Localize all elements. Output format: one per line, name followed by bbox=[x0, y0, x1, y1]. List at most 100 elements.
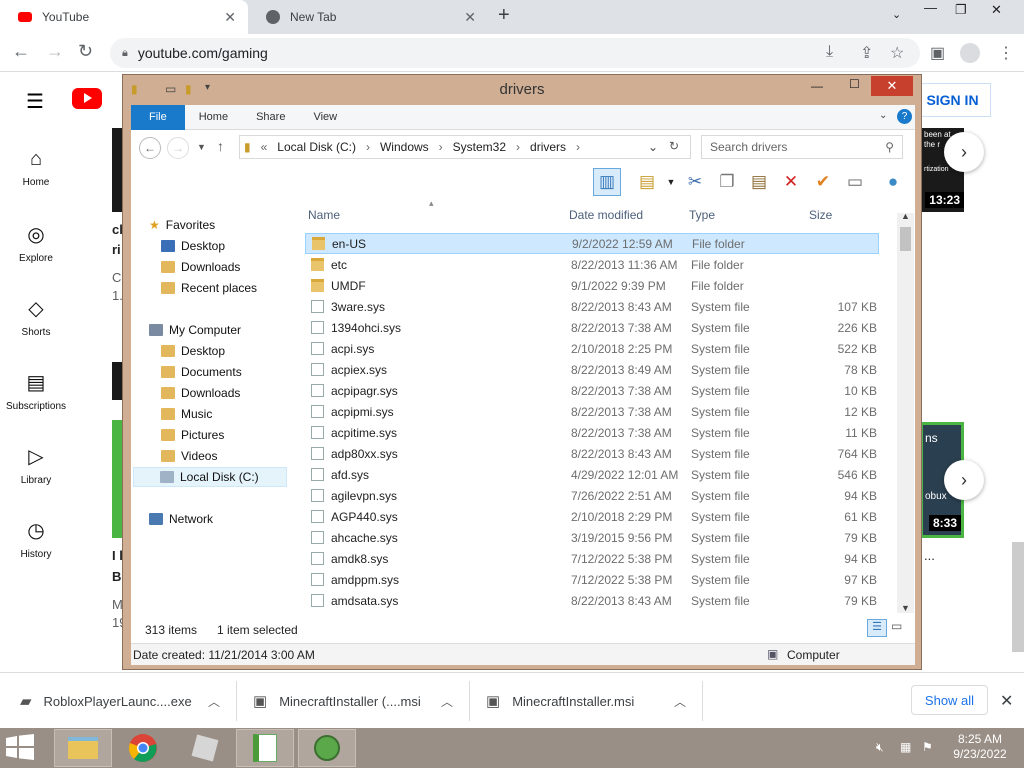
file-row[interactable]: UMDF 9/1/2022 9:39 PM File folder bbox=[305, 275, 879, 296]
installer-taskbar-icon[interactable] bbox=[236, 729, 294, 767]
cut-icon[interactable]: ✂ bbox=[681, 168, 709, 196]
menu-kebab-icon[interactable]: ⋮ bbox=[998, 43, 1014, 63]
nav-history[interactable]: ◷ History bbox=[0, 518, 72, 560]
scroll-down-icon[interactable]: ▼ bbox=[901, 603, 910, 613]
notification-flag-icon[interactable]: ⚑ bbox=[922, 740, 933, 754]
rename-icon[interactable]: ▭ bbox=[841, 168, 869, 196]
share-icon[interactable]: ⇪ bbox=[860, 43, 873, 63]
column-size[interactable]: Size bbox=[809, 208, 832, 222]
forward-arrow-icon[interactable]: → bbox=[167, 137, 189, 159]
download-item[interactable]: ▣ MinecraftInstaller (....msi ︿ bbox=[237, 673, 469, 729]
breadcrumb-item[interactable]: System32 bbox=[453, 140, 506, 154]
path-dropdown-icon[interactable]: ⌄ bbox=[648, 140, 658, 154]
file-row[interactable]: afd.sys 4/29/2022 12:01 AM System file 546 … bbox=[305, 464, 879, 485]
breadcrumb-separator-icon[interactable]: › bbox=[366, 140, 370, 154]
file-row[interactable]: etc 8/22/2013 11:36 AM File folder bbox=[305, 254, 879, 275]
scroll-up-icon[interactable]: ▲ bbox=[901, 211, 910, 221]
file-row[interactable]: 1394ohci.sys 8/22/2013 7:38 AM System file… bbox=[305, 317, 879, 338]
back-arrow-icon[interactable]: ← bbox=[12, 41, 30, 62]
show-all-button[interactable]: Show all bbox=[911, 685, 988, 715]
page-scrollbar[interactable] bbox=[1012, 542, 1024, 652]
file-row[interactable]: acpipagr.sys 8/22/2013 7:38 AM System file… bbox=[305, 380, 879, 401]
scroll-thumb[interactable] bbox=[900, 227, 911, 251]
volume-muted-icon[interactable]: 🔇︎ bbox=[876, 740, 884, 755]
tab-youtube[interactable]: YouTube ✕ bbox=[0, 0, 248, 34]
close-window-icon[interactable]: ✕ bbox=[991, 2, 1002, 18]
nav-explore[interactable]: ◎ Explore bbox=[0, 222, 72, 264]
breadcrumb-separator-icon[interactable]: › bbox=[439, 140, 443, 154]
large-icons-view-icon[interactable]: ▭ bbox=[891, 619, 902, 633]
breadcrumb-item[interactable]: Windows bbox=[380, 140, 429, 154]
nav-network[interactable]: Network bbox=[149, 509, 309, 529]
tab-search-chevron-icon[interactable]: ⌄ bbox=[892, 8, 901, 21]
close-tab-icon[interactable]: ✕ bbox=[224, 9, 236, 26]
file-row[interactable]: acpi.sys 2/10/2018 2:25 PM System file 522 … bbox=[305, 338, 879, 359]
help-icon[interactable]: ? bbox=[897, 109, 912, 124]
ribbon-tab-view[interactable]: View bbox=[299, 105, 351, 130]
maximize-icon[interactable]: ☐ bbox=[849, 77, 860, 91]
paste-icon[interactable]: ▤ bbox=[745, 168, 773, 196]
file-explorer-taskbar-icon[interactable] bbox=[54, 729, 112, 767]
breadcrumb-separator-icon[interactable]: › bbox=[576, 140, 580, 154]
file-list-scrollbar[interactable]: ▲ ▼ bbox=[897, 211, 914, 613]
preview-pane-icon[interactable]: ▥ bbox=[593, 168, 621, 196]
expand-ribbon-icon[interactable]: ⌄ bbox=[879, 110, 887, 121]
nav-subscriptions[interactable]: ▤ Subscriptions bbox=[0, 370, 72, 412]
install-icon[interactable]: ⤓ bbox=[826, 43, 833, 61]
copy-icon[interactable]: ❐ bbox=[713, 168, 741, 196]
carousel-next-icon[interactable]: › bbox=[944, 132, 984, 172]
more-actions-icon[interactable]: ... bbox=[924, 548, 935, 563]
forward-arrow-icon[interactable]: → bbox=[46, 41, 64, 62]
column-type[interactable]: Type bbox=[689, 208, 715, 222]
profile-avatar[interactable] bbox=[960, 43, 980, 63]
column-name[interactable]: Name bbox=[308, 208, 340, 222]
chrome-taskbar-icon[interactable] bbox=[114, 729, 172, 767]
nav-my-computer[interactable]: My Computer bbox=[149, 320, 309, 340]
file-row[interactable]: acpiex.sys 8/22/2013 8:49 AM System file 78… bbox=[305, 359, 879, 380]
file-row[interactable]: amdppm.sys 7/12/2022 5:38 PM System file 97… bbox=[305, 569, 879, 590]
ribbon-tab-home[interactable]: Home bbox=[185, 105, 242, 130]
minimize-icon[interactable]: — bbox=[811, 79, 823, 93]
chevron-up-icon[interactable]: ︿ bbox=[441, 693, 453, 710]
ribbon-tab-file[interactable]: File bbox=[131, 104, 185, 130]
download-item[interactable]: ▰ RobloxPlayerLaunc....exe ︿ bbox=[0, 673, 236, 729]
explorer-titlebar[interactable]: ▮ ▭ ▮ ▾ drivers — ☐ ✕ bbox=[123, 75, 921, 105]
breadcrumb-item[interactable]: drivers bbox=[530, 140, 566, 154]
ribbon-tab-share[interactable]: Share bbox=[242, 105, 299, 130]
file-row[interactable]: amdsata.sys 8/22/2013 8:43 AM System file 7… bbox=[305, 590, 879, 611]
bookmark-star-icon[interactable]: ☆ bbox=[890, 43, 904, 63]
file-row[interactable]: acpitime.sys 8/22/2013 7:38 AM System file… bbox=[305, 422, 879, 443]
up-arrow-icon[interactable]: ↑ bbox=[217, 138, 224, 154]
close-icon[interactable]: ✕ bbox=[871, 76, 913, 96]
address-path[interactable]: ▮ « Local Disk (C:) › Windows › System32 › … bbox=[239, 135, 691, 159]
carousel-next-icon[interactable]: › bbox=[944, 460, 984, 500]
breadcrumb-item[interactable]: Local Disk (C:) bbox=[277, 140, 356, 154]
globe-icon[interactable]: ● bbox=[879, 168, 907, 196]
omnibox[interactable]: 🔒︎ youtube.com/gaming bbox=[110, 38, 920, 68]
restore-icon[interactable]: ❐ bbox=[955, 2, 967, 18]
minimize-icon[interactable]: — bbox=[924, 0, 937, 15]
nav-home[interactable]: ⌂ Home bbox=[0, 148, 72, 188]
file-row[interactable]: 3ware.sys 8/22/2013 8:43 AM System file 107… bbox=[305, 296, 879, 317]
nav-favorites[interactable]: ★ Favorites bbox=[149, 215, 309, 235]
close-tab-icon[interactable]: ✕ bbox=[464, 9, 476, 26]
chevron-up-icon[interactable]: ︿ bbox=[208, 693, 220, 710]
file-row[interactable]: ahcache.sys 3/19/2015 9:56 PM System file 7… bbox=[305, 527, 879, 548]
chevron-up-icon[interactable]: ︿ bbox=[674, 693, 686, 710]
hamburger-menu-icon[interactable]: ☰ bbox=[26, 89, 44, 114]
search-input[interactable]: Search drivers ⚲ bbox=[701, 135, 903, 159]
recent-locations-icon[interactable]: ▼ bbox=[197, 142, 206, 152]
file-row[interactable]: AGP440.sys 2/10/2018 2:29 PM System file 61… bbox=[305, 506, 879, 527]
close-shelf-icon[interactable]: ✕ bbox=[1000, 691, 1013, 711]
file-row[interactable]: en-US 9/2/2022 12:59 AM File folder bbox=[305, 233, 879, 254]
file-row[interactable]: agilevpn.sys 7/26/2022 2:51 AM System file… bbox=[305, 485, 879, 506]
download-item[interactable]: ▣ MinecraftInstaller.msi ︿ bbox=[470, 673, 702, 729]
sign-in-button[interactable]: SIGN IN bbox=[914, 83, 991, 117]
side-panel-icon[interactable]: ▣ bbox=[930, 43, 945, 63]
nav-shorts[interactable]: ◇ Shorts bbox=[0, 296, 72, 338]
minecraft-taskbar-icon[interactable] bbox=[298, 729, 356, 767]
windows-start-icon[interactable] bbox=[6, 734, 34, 763]
reload-icon[interactable]: ↻ bbox=[78, 41, 93, 62]
file-row[interactable]: adp80xx.sys 8/22/2013 8:43 AM System file 7… bbox=[305, 443, 879, 464]
nav-library[interactable]: ▷ Library bbox=[0, 444, 72, 486]
